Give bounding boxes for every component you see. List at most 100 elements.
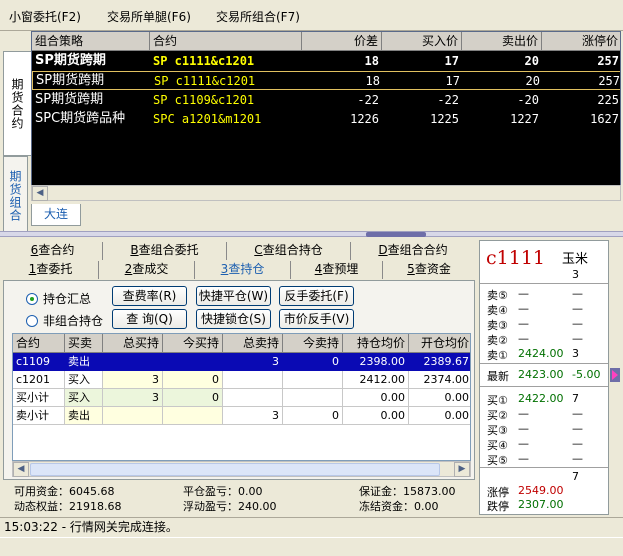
col-spread[interactable]: 价差 xyxy=(302,32,382,51)
combo-quote-grid[interactable]: 组合策略 合约 价差 买入价 卖出价 涨停价 SP期货跨期 SP c1111&c… xyxy=(31,31,621,201)
tab-futures-combo[interactable]: 期货组合 xyxy=(3,156,28,236)
cell-bid: 17 xyxy=(444,54,459,68)
col-contract[interactable]: 合约 xyxy=(13,334,65,353)
col-contract[interactable]: 合约 xyxy=(150,32,302,51)
quick-lock-button[interactable]: 快捷锁仓(S) xyxy=(196,309,271,329)
quote-row[interactable]: SP期货跨期 SP c1111&c1201 18 17 20 257 xyxy=(32,52,620,71)
cell-open-price: 0.00 xyxy=(409,407,470,425)
cell-spread: -22 xyxy=(357,93,379,107)
cell-today-sell: 0 xyxy=(283,353,343,371)
radio-unchecked-icon xyxy=(26,314,38,327)
col-avg-price[interactable]: 持仓均价 xyxy=(343,334,409,353)
level-volume: — xyxy=(572,452,583,465)
table-row[interactable]: 买小计 买入 3 0 0.00 0.00 xyxy=(13,389,470,407)
menubar: 小窗委托(F2) 交易所单腿(F6) 交易所组合(F7) xyxy=(0,0,623,31)
tab-exchange-dalian[interactable]: 大连 xyxy=(31,204,81,226)
radio-position-summary[interactable]: 持仓汇总 xyxy=(26,290,91,307)
col-today-sell[interactable]: 今卖持 xyxy=(283,334,343,353)
query-fee-rate-button[interactable]: 查费率(R) xyxy=(112,286,187,306)
col-ask[interactable]: 卖出价 xyxy=(462,32,542,51)
ask-level-3[interactable]: 卖③ — — xyxy=(487,317,607,332)
positions-hscrollbar[interactable]: ◀ ▶ xyxy=(12,461,471,477)
positions-panel: 持仓汇总 非组合持仓 查费率(R) 快捷平仓(W) 反手委托(F) 查 询(Q)… xyxy=(3,280,475,480)
dynamic-equity: 动态权益：21918.68 xyxy=(14,500,122,513)
quote-grid-hscrollbar[interactable]: ◀ xyxy=(31,185,621,201)
table-row-selected[interactable]: c1109 卖出 3 0 2398.00 2389.67 xyxy=(13,353,470,371)
total-volume: 7 xyxy=(572,470,579,483)
scroll-thumb[interactable] xyxy=(30,463,440,476)
expand-panel-arrow-icon[interactable] xyxy=(610,368,620,382)
query-button[interactable]: 查 询(Q) xyxy=(112,309,187,329)
panel-splitter[interactable] xyxy=(0,231,623,237)
menu-exchange-combo[interactable]: 交易所组合(F7) xyxy=(216,8,300,25)
cell-total-sell: 3 xyxy=(223,407,283,425)
tab-futures-combo-label: 期货组合 xyxy=(8,170,22,222)
ask-level-2[interactable]: 卖② — — xyxy=(487,332,607,347)
tab-query-orders[interactable]: 1查委托 xyxy=(3,261,99,279)
tab-futures-contract[interactable]: 期货合约 xyxy=(3,51,31,156)
tab-query-funds[interactable]: 5查资金 xyxy=(383,261,475,279)
bid-level-3[interactable]: 买③ — — xyxy=(487,422,607,437)
col-total-sell[interactable]: 总卖持 xyxy=(223,334,283,353)
tab-query-positions[interactable]: 3查持仓 xyxy=(195,261,291,279)
level-price: — xyxy=(518,332,529,345)
quote-count: 3 xyxy=(572,268,579,281)
reverse-order-button[interactable]: 反手委托(F) xyxy=(279,286,354,306)
cell-limit-up: 225 xyxy=(597,93,619,107)
bid-level-4[interactable]: 买④ — — xyxy=(487,437,607,452)
ask-level-1[interactable]: 卖① 2424.00 3 xyxy=(487,347,607,362)
quote-row[interactable]: SPC期货跨品种 SPC a1201&m1201 1226 1225 1227 … xyxy=(32,110,620,129)
cell-contract: 买小计 xyxy=(13,389,65,407)
ask-level-5[interactable]: 卖⑤ — — xyxy=(487,287,607,302)
tab-query-combo-order[interactable]: B查组合委托 xyxy=(103,242,227,260)
col-side[interactable]: 买卖 xyxy=(65,334,103,353)
tab-label: 查持仓 xyxy=(228,262,265,276)
last-label: 最新 xyxy=(487,370,509,383)
menu-exchange-single-leg[interactable]: 交易所单腿(F6) xyxy=(107,8,191,25)
bid-level-1[interactable]: 买① 2422.00 7 xyxy=(487,392,607,407)
table-row[interactable]: c1201 买入 3 0 2412.00 2374.00 xyxy=(13,371,470,389)
level-price: — xyxy=(518,317,529,330)
col-open-price[interactable]: 开仓均价 xyxy=(409,334,470,353)
tab-key: 5 xyxy=(407,262,415,276)
level-price: — xyxy=(518,422,529,435)
tab-query-trades[interactable]: 2查成交 xyxy=(99,261,195,279)
level-volume: — xyxy=(572,287,583,300)
radio-label: 持仓汇总 xyxy=(43,292,92,306)
ask-level-4[interactable]: 卖④ — — xyxy=(487,302,607,317)
scroll-left-icon[interactable]: ◀ xyxy=(32,186,48,201)
tab-label: 查组合持仓 xyxy=(262,243,323,257)
cell-side: 买入 xyxy=(65,389,103,407)
level-label: 买③ xyxy=(487,424,508,437)
cell-limit-up: 257 xyxy=(598,74,620,88)
level-volume: — xyxy=(572,302,583,315)
col-bid[interactable]: 买入价 xyxy=(382,32,462,51)
market-reverse-button[interactable]: 市价反手(V) xyxy=(279,309,354,329)
bid-level-2[interactable]: 买② — — xyxy=(487,407,607,422)
level-price: — xyxy=(518,287,529,300)
quote-row-selected[interactable]: SP期货跨期 SP c1111&c1201 18 17 20 257 xyxy=(32,71,620,90)
close-pnl: 平仓盈亏：0.00 xyxy=(183,485,263,498)
quote-row[interactable]: SP期货跨期 SP c1109&c1201 -22 -22 -20 225 xyxy=(32,91,620,110)
tab-query-combo-contract[interactable]: D查组合合约 xyxy=(351,242,475,260)
menu-small-window-order[interactable]: 小窗委托(F2) xyxy=(9,8,81,25)
tab-query-combo-position[interactable]: C查组合持仓 xyxy=(227,242,351,260)
splitter-grip-icon[interactable] xyxy=(366,232,426,237)
col-strategy[interactable]: 组合策略 xyxy=(32,32,150,51)
quick-close-button[interactable]: 快捷平仓(W) xyxy=(196,286,271,306)
scroll-left-icon[interactable]: ◀ xyxy=(13,462,29,477)
last-price-row[interactable]: 最新 2423.00 -5.00 xyxy=(487,368,607,383)
tab-query-contract[interactable]: 6查合约 xyxy=(3,242,103,260)
limit-down-price: 2307.00 xyxy=(518,498,564,511)
col-limit-up[interactable]: 涨停价 xyxy=(542,32,620,51)
level-label: 买④ xyxy=(487,439,508,452)
level-label: 买② xyxy=(487,409,508,422)
col-total-buy[interactable]: 总买持 xyxy=(103,334,163,353)
tab-query-preset[interactable]: 4查预埋 xyxy=(291,261,383,279)
table-row[interactable]: 卖小计 卖出 3 0 0.00 0.00 xyxy=(13,407,470,425)
bid-level-5[interactable]: 买⑤ — — xyxy=(487,452,607,467)
scroll-right-icon[interactable]: ▶ xyxy=(454,462,470,477)
positions-table[interactable]: 合约 买卖 总买持 今买持 总卖持 今卖持 持仓均价 开仓均价 c1109 卖出… xyxy=(12,333,471,461)
radio-non-combo-position[interactable]: 非组合持仓 xyxy=(26,312,103,329)
col-today-buy[interactable]: 今买持 xyxy=(163,334,223,353)
